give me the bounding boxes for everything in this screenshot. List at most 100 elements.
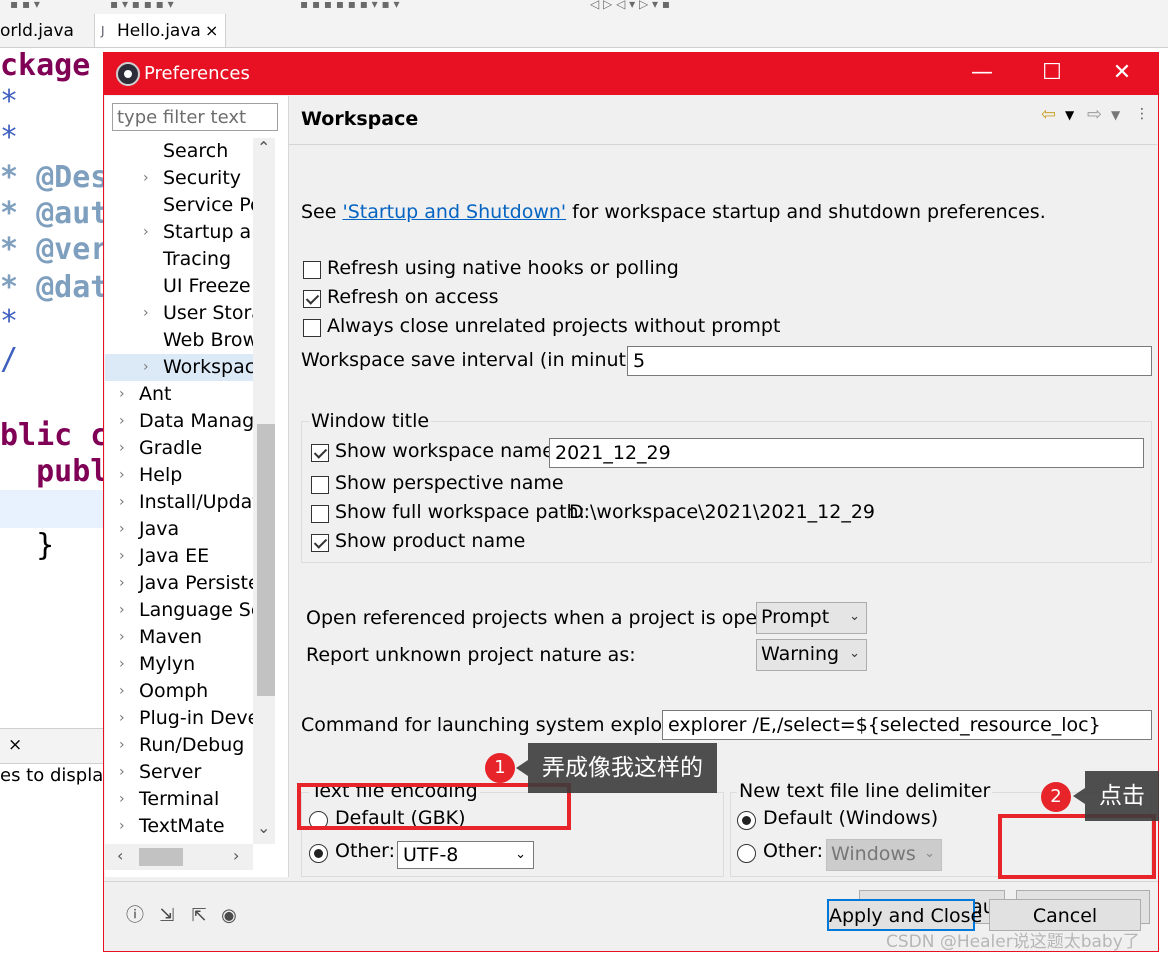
tree-item[interactable]: › Run/Debug (105, 732, 253, 759)
tree-item[interactable]: › Java Persister (105, 570, 253, 597)
encoding-select[interactable]: UTF-8 ⌄ (397, 841, 534, 869)
chevron-right-icon[interactable]: › (119, 678, 125, 705)
chevron-right-icon[interactable]: › (143, 354, 149, 381)
delimiter-select[interactable]: Windows ⌄ (826, 839, 942, 871)
tree-item[interactable]: › Java EE (105, 543, 253, 570)
forward-menu-icon[interactable]: ▼ (1111, 108, 1120, 122)
chevron-right-icon[interactable]: › (143, 219, 149, 246)
chevron-right-icon[interactable]: › (119, 651, 125, 678)
tree-item[interactable]: › Help (105, 462, 253, 489)
tree-item[interactable]: Web Brow (105, 327, 253, 354)
chevron-right-icon[interactable]: › (119, 813, 125, 840)
maximize-button[interactable]: ☐ (1022, 53, 1082, 95)
export-icon[interactable]: ⇱ (188, 905, 210, 927)
tree-item[interactable]: Tracing (105, 246, 253, 273)
encoding-other-radio[interactable] (309, 844, 328, 863)
close-tab-icon[interactable]: × (205, 14, 218, 48)
code-editor[interactable]: ckage * * * @Desc * @auth * @vers * @dat… (0, 48, 126, 728)
startup-shutdown-link[interactable]: 'Startup and Shutdown' (342, 201, 566, 223)
tree-item[interactable]: › Gradle (105, 435, 253, 462)
chevron-right-icon[interactable]: › (119, 435, 125, 462)
chevron-right-icon[interactable]: › (119, 516, 125, 543)
tree-item[interactable]: › Install/Updat (105, 489, 253, 516)
tree-item[interactable]: › Server (105, 759, 253, 786)
scroll-down-icon[interactable]: ⌄ (257, 818, 270, 837)
chevron-right-icon[interactable]: › (119, 759, 125, 786)
tree-item[interactable]: › Security (105, 165, 253, 192)
step-badge-2: 2 (1041, 782, 1071, 812)
minimize-button[interactable]: — (952, 53, 1012, 95)
tree-hscroll-thumb[interactable] (139, 848, 183, 866)
chevron-right-icon[interactable]: › (119, 624, 125, 651)
close-button[interactable]: ✕ (1092, 53, 1152, 95)
tree-item[interactable]: › Startup ar (105, 219, 253, 246)
show-workspace-name-checkbox[interactable] (311, 444, 329, 462)
tab-hello-java[interactable]: J Hello.java × (94, 14, 226, 47)
always-close-checkbox[interactable] (303, 319, 321, 337)
tree-item[interactable]: UI Freeze I (105, 273, 253, 300)
scroll-right-icon[interactable]: › (233, 846, 239, 865)
chevron-right-icon[interactable]: › (119, 462, 125, 489)
report-nature-select[interactable]: Warning ⌄ (756, 639, 867, 671)
tree-item-label: Gradle (139, 437, 203, 459)
tree-item[interactable]: › Ant (105, 381, 253, 408)
chevron-right-icon[interactable]: › (119, 786, 125, 813)
toolbar-icon[interactable]: ▪ ▾ ▪ ▪ ▪ ▾ (110, 0, 174, 11)
view-menu-icon[interactable]: ⋮ (1135, 106, 1149, 122)
tree-item[interactable]: › Mylyn (105, 651, 253, 678)
tree-item[interactable]: › Java (105, 516, 253, 543)
import-icon[interactable]: ⇲ (156, 905, 178, 927)
editor-tabs: orld.java J Hello.java × (0, 14, 1168, 48)
dialog-titlebar[interactable]: Preferences — ☐ ✕ (104, 53, 1158, 95)
tree-item[interactable]: › Plug-in Deve (105, 705, 253, 732)
chevron-right-icon[interactable]: › (119, 489, 125, 516)
tree-scroll-thumb[interactable] (257, 424, 275, 696)
tree-item-label: Service Po (163, 194, 253, 216)
open-referenced-select[interactable]: Prompt ⌄ (756, 602, 867, 634)
show-perspective-checkbox[interactable] (311, 476, 329, 494)
tab-world-java[interactable]: orld.java (0, 14, 92, 47)
tree-item[interactable]: Search (105, 138, 253, 165)
show-full-path-checkbox[interactable] (311, 505, 329, 523)
toolbar-icon[interactable]: ▪ ▪ ▪ ▪ ▪ ▪ ▾ ▪ ▾ (300, 0, 400, 11)
tree-item[interactable]: › User Stora (105, 300, 253, 327)
chevron-right-icon[interactable]: › (119, 705, 125, 732)
help-icon[interactable]: ⓘ (124, 905, 146, 927)
refresh-access-checkbox[interactable] (303, 290, 321, 308)
show-product-checkbox[interactable] (311, 534, 329, 552)
toolbar-icon[interactable]: ▪ ▪ ▾ (10, 0, 40, 11)
preference-tree[interactable]: Search › Security Service Po › Startup ar Trac… (105, 138, 253, 844)
delimiter-default-radio[interactable] (737, 811, 756, 830)
save-interval-input[interactable]: 5 (627, 346, 1152, 376)
scroll-up-icon[interactable]: ⌃ (257, 138, 270, 157)
back-icon[interactable]: ⇦ (1041, 104, 1056, 125)
toolbar-icon[interactable]: ◁ ▷ ◁ ▾ ▷ ▾ ▪ (590, 0, 670, 11)
refresh-native-checkbox[interactable] (303, 261, 321, 279)
workspace-name-input[interactable]: 2021_12_29 (549, 438, 1144, 468)
tree-item[interactable]: › Language Se (105, 597, 253, 624)
tree-item[interactable]: › Oomph (105, 678, 253, 705)
tree-item[interactable]: › Terminal (105, 786, 253, 813)
explorer-command-input[interactable]: explorer /E,/select=${selected_resource_… (662, 710, 1152, 740)
tree-item[interactable]: › Data Manage (105, 408, 253, 435)
chevron-right-icon[interactable]: › (143, 300, 149, 327)
chevron-right-icon[interactable]: › (119, 570, 125, 597)
chevron-right-icon[interactable]: › (119, 381, 125, 408)
scroll-left-icon[interactable]: ‹ (117, 846, 123, 865)
tree-item[interactable]: › TextMate (105, 813, 253, 840)
tree-item[interactable]: › Maven (105, 624, 253, 651)
forward-icon[interactable]: ⇨ (1087, 104, 1102, 125)
tree-item[interactable]: › Workspace (105, 354, 253, 381)
record-icon[interactable]: ◉ (218, 905, 240, 927)
close-icon[interactable]: × (8, 735, 22, 755)
back-menu-icon[interactable]: ▼ (1065, 108, 1074, 122)
delimiter-other-radio[interactable] (737, 844, 756, 863)
filter-input[interactable]: type filter text (112, 103, 278, 131)
chevron-right-icon[interactable]: › (143, 165, 149, 192)
chevron-right-icon[interactable]: › (119, 597, 125, 624)
chevron-right-icon[interactable]: › (119, 732, 125, 759)
chevron-right-icon[interactable]: › (119, 408, 125, 435)
chevron-right-icon[interactable]: › (119, 543, 125, 570)
tree-item[interactable]: Service Po (105, 192, 253, 219)
tree-item-label: Ant (139, 383, 172, 405)
